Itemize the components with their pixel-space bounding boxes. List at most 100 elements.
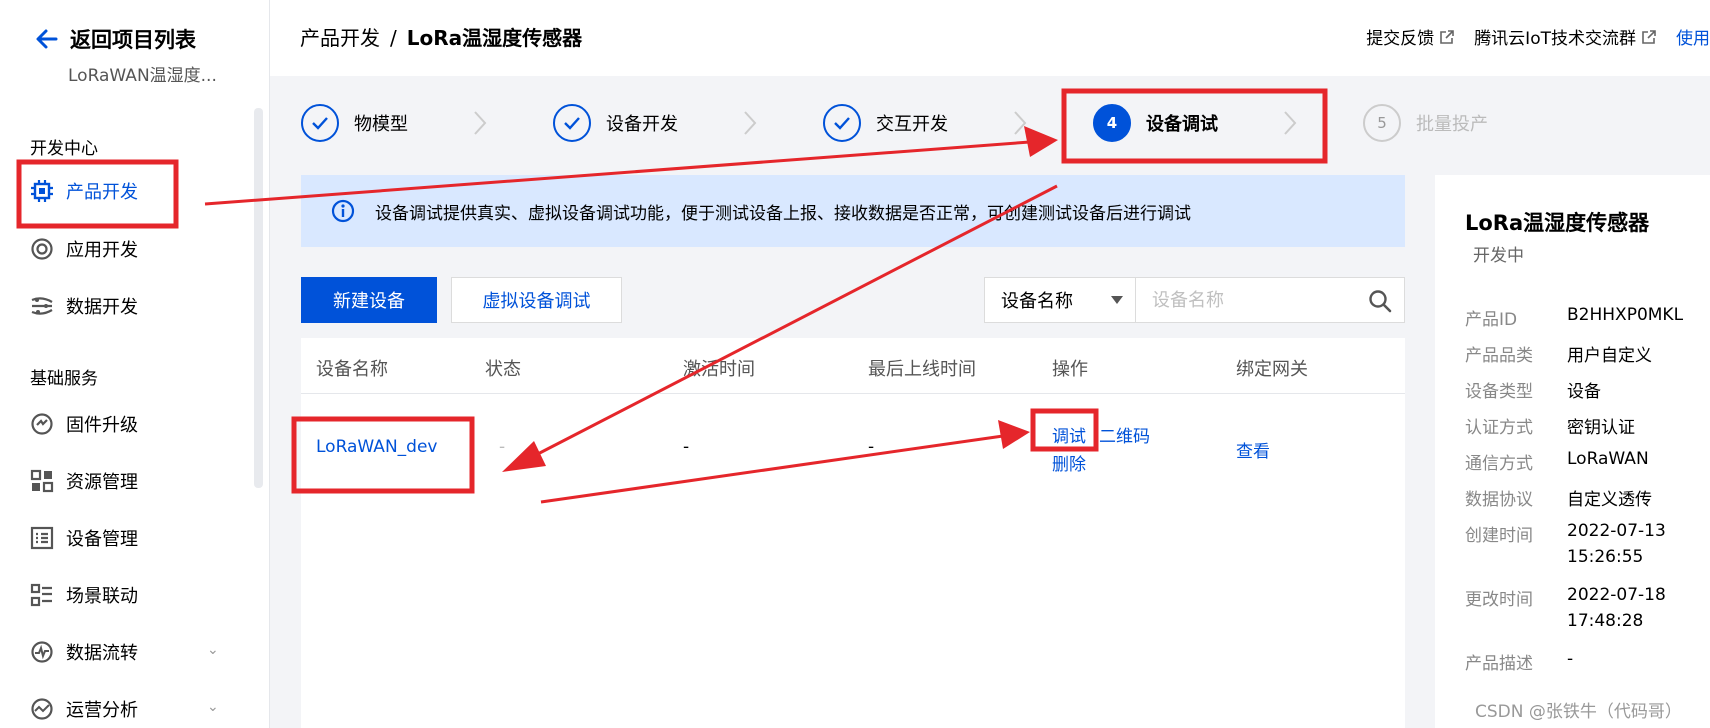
sidebar-item-analytics[interactable]: 运营分析 [30,696,138,722]
chevron-down-icon[interactable]: ⌄ [207,699,219,715]
sidebar-item-resources[interactable]: 资源管理 [30,468,138,494]
product-status: 开发中 [1473,246,1524,266]
new-device-button[interactable]: 新建设备 [301,277,437,323]
feedback-link-label: 提交反馈 [1366,29,1435,49]
step-device-dev[interactable]: 设备开发 [553,104,678,142]
description-value: - [1567,649,1574,669]
sidebar-item-product-dev[interactable]: 产品开发 [30,178,138,204]
step-label: 设备开发 [606,114,678,135]
modified-date-value: 2022-07-18 [1567,585,1666,605]
step-number-circle: 5 [1363,104,1401,142]
field-label: 产品ID [1465,310,1518,330]
device-table: 设备名称 状态 激活时间 最后上线时间 操作 绑定网关 LoRaWAN_dev … [301,338,1405,728]
back-to-projects-link[interactable]: 返回项目列表 [34,24,196,54]
community-group-label: 腾讯云IoT技术交流群 [1474,29,1636,49]
field-label: 产品描述 [1465,654,1533,674]
view-gateway-link[interactable]: 查看 [1236,437,1270,462]
caret-down-icon [1111,296,1123,304]
external-link-icon [1642,29,1656,44]
auth-method-value: 密钥认证 [1567,418,1635,438]
step-interaction-dev[interactable]: 交互开发 [823,104,948,142]
data-flow-icon [31,297,53,315]
sidebar-item-firmware[interactable]: 固件升级 [30,411,138,437]
device-search-box[interactable] [1135,277,1405,323]
column-header-status: 状态 [485,359,521,380]
device-search-input[interactable] [1152,289,1352,311]
product-title: LoRa温湿度传感器 [1465,211,1650,235]
chevron-right-icon [474,111,487,135]
data-protocol-value: 自定义透传 [1567,490,1652,510]
field-label: 数据协议 [1465,490,1533,510]
check-icon [834,117,850,130]
analytics-icon [31,698,53,720]
section-title-dev-center: 开发中心 [30,139,98,159]
breadcrumb: 产品开发 / LoRa温湿度传感器 [300,22,582,51]
search-icon[interactable] [1368,289,1392,313]
chip-icon [31,180,53,202]
sidebar-scrollbar[interactable] [254,108,263,488]
step-thing-model[interactable]: 物模型 [301,104,408,142]
chevron-down-icon[interactable]: ⌄ [207,642,219,658]
status-cell: - [499,437,506,457]
arrow-left-icon [36,29,58,49]
check-icon [312,117,328,130]
column-header-last-online: 最后上线时间 [868,359,976,380]
breadcrumb-separator: / [390,26,397,50]
feedback-link[interactable]: 提交反馈 [1366,24,1454,49]
product-id-value: B2HHXP0MKL [1567,305,1684,325]
device-name-link[interactable]: LoRaWAN_dev [316,437,437,457]
debug-action-link[interactable]: 调试 [1052,422,1086,447]
device-list-icon [30,526,54,550]
project-name: LoRaWAN温湿度... [68,66,217,86]
sidebar-item-app-dev[interactable]: 应用开发 [30,236,138,262]
chevron-right-icon [1284,111,1297,135]
step-label: 批量投产 [1416,114,1488,135]
chevron-right-icon [744,111,757,135]
field-label: 创建时间 [1465,526,1533,546]
qr-code-action-link[interactable]: 二维码 [1099,422,1150,447]
created-time-value: 15:26:55 [1567,547,1644,567]
resource-icon [30,469,54,493]
sidebar-item-label: 设备管理 [66,529,138,550]
sidebar-item-label: 场景联动 [66,586,138,607]
step-done-circle [301,104,339,142]
app-icon [31,238,53,260]
chevron-right-icon [1014,111,1027,135]
delete-action-link[interactable]: 删除 [1052,450,1086,475]
sidebar: 返回项目列表 LoRaWAN温湿度... 开发中心 产品开发 应用开发 数据开发… [0,0,270,728]
sidebar-item-device-mgmt[interactable]: 设备管理 [30,525,138,551]
step-number-circle: 4 [1093,104,1131,142]
sidebar-item-data-dev[interactable]: 数据开发 [30,293,138,319]
annotation-arrowhead [1024,126,1058,157]
sidebar-item-label: 数据开发 [66,297,138,318]
sidebar-item-label: 资源管理 [66,472,138,493]
column-header-device-name: 设备名称 [316,359,388,380]
step-mass-production[interactable]: 5 批量投产 [1363,104,1488,142]
data-transfer-icon [31,641,53,663]
scene-icon [30,583,52,607]
step-done-circle [823,104,861,142]
field-label: 设备类型 [1465,382,1533,402]
activated-time-cell: - [683,437,690,457]
created-date-value: 2022-07-13 [1567,521,1666,541]
sidebar-item-scene-linkage[interactable]: 场景联动 [30,582,138,608]
product-info-panel: LoRa温湿度传感器 开发中 产品ID B2HHXP0MKL 产品品类 用户自定… [1435,175,1710,728]
sidebar-item-label: 产品开发 [66,182,138,203]
community-group-link[interactable]: 腾讯云IoT技术交流群 [1474,24,1656,49]
section-title-base-services: 基础服务 [30,369,98,389]
product-category-value: 用户自定义 [1567,346,1652,366]
field-label: 认证方式 [1465,418,1533,438]
column-header-gateway: 绑定网关 [1236,359,1308,380]
info-icon [331,199,355,223]
field-label: 产品品类 [1465,346,1533,366]
info-banner: 设备调试提供真实、虚拟设备调试功能，便于测试设备上报、接收数据是否正常，可创建测… [301,175,1405,247]
sidebar-item-data-transfer[interactable]: 数据流转 [30,639,138,665]
step-device-debug[interactable]: 4 设备调试 [1093,104,1218,142]
external-link-icon [1440,29,1454,44]
step-label: 交互开发 [876,114,948,135]
virtual-debug-button[interactable]: 虚拟设备调试 [451,277,622,323]
search-field-select[interactable]: 设备名称 [984,277,1136,323]
back-label[interactable]: 返回项目列表 [70,24,196,54]
usage-docs-link[interactable]: 使用 [1676,24,1710,49]
breadcrumb-parent[interactable]: 产品开发 [300,26,380,50]
